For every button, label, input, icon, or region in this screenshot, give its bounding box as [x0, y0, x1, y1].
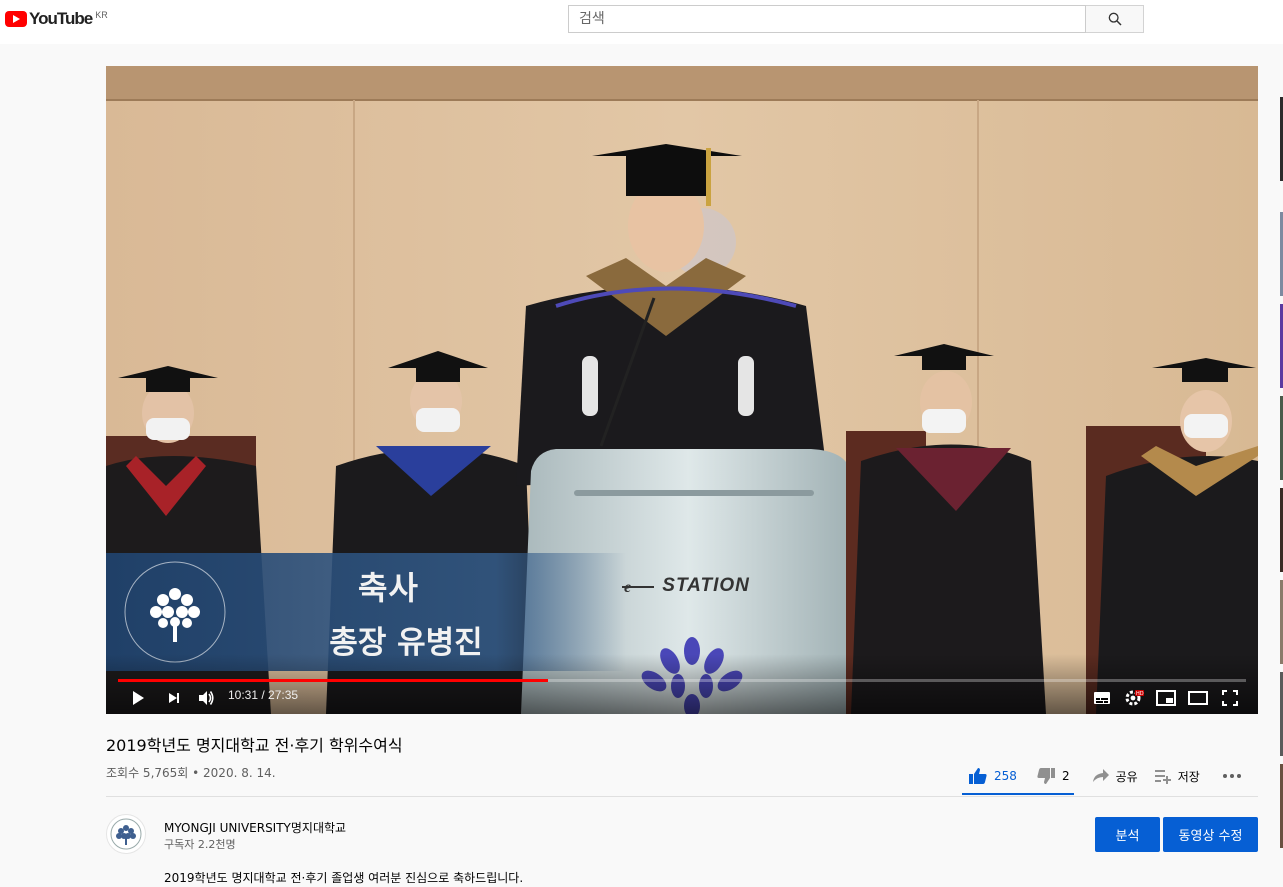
time-display: 10:31 / 27:35 [228, 688, 299, 702]
progress-bar[interactable] [118, 679, 1246, 682]
miniplayer-button[interactable] [1154, 686, 1178, 710]
like-count: 258 [994, 769, 1017, 783]
edit-video-button[interactable]: 동영상 수정 [1163, 817, 1258, 852]
masthead: YouTube KR [0, 0, 1283, 44]
channel-name[interactable]: MYONGJI UNIVERSITY명지대학교 [164, 819, 346, 836]
video-description: 2019학년도 명지대학교 전·후기 졸업생 여러분 진심으로 축하드립니다. [164, 871, 524, 885]
next-icon [169, 693, 179, 703]
more-horizontal-icon [1222, 774, 1241, 778]
like-ratio-bar [962, 793, 1074, 795]
search-box [568, 5, 1144, 33]
overlay-title: 축사 [358, 569, 419, 607]
dislike-count: 2 [1062, 769, 1070, 783]
miniplayer-icon [1156, 690, 1176, 706]
theater-mode-button[interactable] [1186, 686, 1210, 710]
progress-fill [118, 679, 548, 682]
logo-text: YouTube [29, 9, 93, 28]
share-button[interactable]: 공유 [1092, 761, 1138, 791]
video-title: 2019학년도 명지대학교 전·후기 학위수여식 [106, 736, 403, 755]
subtitles-icon [1094, 692, 1110, 704]
next-button[interactable] [162, 686, 186, 710]
video-player[interactable]: 축사 총장 유병진 e STATION 10:31 / 27:35 HD [106, 66, 1258, 714]
volume-icon [199, 691, 214, 705]
settings-button[interactable]: HD [1122, 686, 1146, 710]
share-icon [1092, 769, 1109, 782]
university-emblem-icon [110, 818, 142, 850]
controls-gradient [106, 654, 1258, 714]
university-emblem-icon [124, 561, 226, 663]
thumbs-up-icon [969, 768, 987, 784]
podium-text: STATION [662, 575, 750, 596]
save-button[interactable]: 저장 [1154, 761, 1200, 791]
save-label: 저장 [1177, 769, 1200, 784]
podium-label: e STATION [622, 575, 750, 597]
search-input[interactable] [568, 5, 1086, 33]
fullscreen-button[interactable] [1218, 686, 1242, 710]
analytics-button[interactable]: 분석 [1095, 817, 1160, 852]
volume-button[interactable] [194, 686, 218, 710]
theater-mode-icon [1188, 691, 1208, 705]
youtube-play-icon [5, 11, 27, 27]
more-actions-button[interactable] [1222, 761, 1242, 791]
country-code: KR [95, 10, 108, 20]
search-icon [1108, 12, 1122, 26]
divider [106, 796, 1258, 797]
e-station-logo-icon: e [622, 579, 654, 596]
channel-avatar[interactable] [106, 814, 146, 854]
playlist-add-icon [1154, 770, 1171, 784]
thumbs-down-icon [1037, 768, 1055, 784]
dislike-button[interactable]: 2 [1036, 761, 1070, 791]
subscriber-count: 구독자 2.2천명 [164, 838, 236, 851]
gear-icon: HD [1125, 690, 1144, 706]
svg-text:HD: HD [1136, 691, 1144, 697]
youtube-logo[interactable]: YouTube KR [5, 9, 108, 29]
fullscreen-icon [1222, 690, 1238, 706]
play-icon [133, 691, 144, 705]
share-label: 공유 [1115, 769, 1138, 784]
search-button[interactable] [1086, 5, 1144, 33]
action-bar: 258 2 공유 저장 [962, 758, 1242, 794]
view-count-date: 조회수 5,765회 • 2020. 8. 14. [106, 766, 276, 780]
play-button[interactable] [126, 686, 150, 710]
subtitles-button[interactable] [1090, 686, 1114, 710]
